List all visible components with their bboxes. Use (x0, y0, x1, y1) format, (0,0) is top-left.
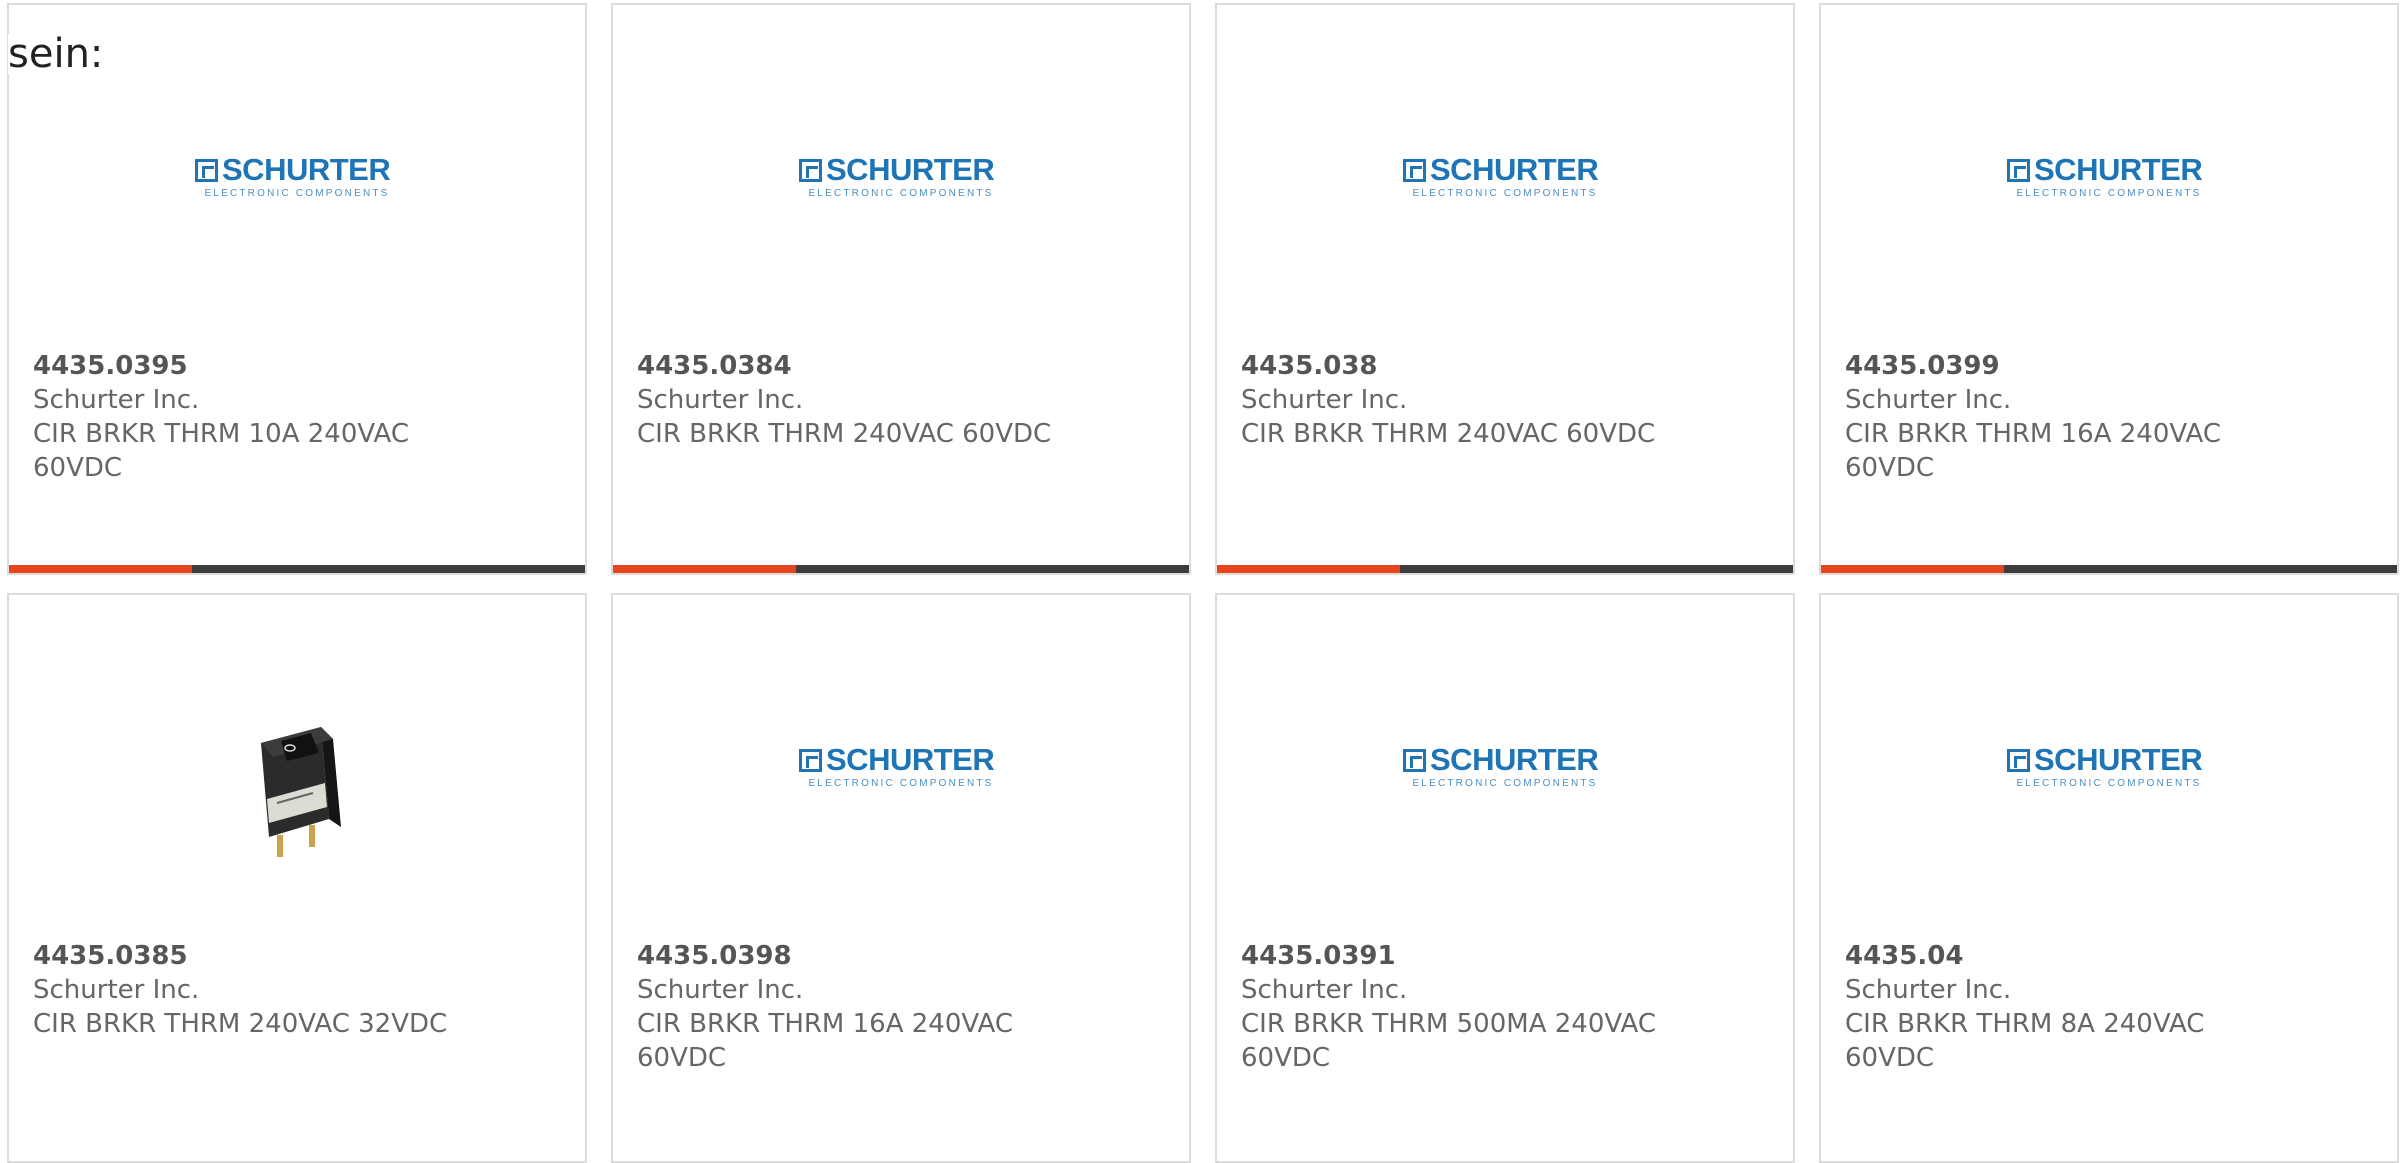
card-progress-accent (1217, 565, 1400, 573)
part-number-link[interactable]: 4435.038 (1241, 351, 1378, 381)
part-number-link[interactable]: 4435.0395 (33, 351, 188, 381)
product-description: CIR BRKR THRM 240VAC 32VDC (33, 1009, 448, 1039)
manufacturer: Schurter Inc. (1241, 975, 1408, 1005)
manufacturer: Schurter Inc. (637, 975, 804, 1005)
product-card[interactable]: SCHURTER ELECTRONIC COMPONENTS 4435.0384… (611, 3, 1191, 575)
part-number-link[interactable]: 4435.0398 (637, 941, 792, 971)
intro-text: sein: (8, 34, 108, 74)
product-card[interactable]: 4435.0385 Schurter Inc. CIR BRKR THRM 24… (7, 593, 587, 1163)
product-card[interactable]: SCHURTER ELECTRONIC COMPONENTS 4435.038 … (1215, 3, 1795, 575)
card-progress-accent (9, 565, 192, 573)
rocker-switch-photo (261, 727, 341, 857)
product-description: CIR BRKR THRM 16A 240VAC 60VDC (1845, 419, 2221, 483)
schurter-logo: SCHURTER ELECTRONIC COMPONENTS (195, 152, 399, 203)
manufacturer: Schurter Inc. (637, 385, 804, 415)
schurter-logo-mark-icon (1403, 749, 1426, 772)
part-number-link[interactable]: 4435.0391 (1241, 941, 1396, 971)
product-description: CIR BRKR THRM 240VAC 60VDC (637, 419, 1052, 449)
product-card[interactable]: SCHURTER ELECTRONIC COMPONENTS 4435.0391… (1215, 593, 1795, 1163)
card-progress-bar (1217, 565, 1793, 573)
manufacturer: Schurter Inc. (1845, 385, 2012, 415)
product-description: CIR BRKR THRM 10A 240VAC 60VDC (33, 419, 409, 483)
schurter-logo-mark-icon (1403, 159, 1426, 182)
product-card[interactable]: SCHURTER ELECTRONIC COMPONENTS 4435.0395… (7, 3, 587, 575)
part-number-link[interactable]: 4435.04 (1845, 941, 1963, 971)
product-card[interactable]: SCHURTER ELECTRONIC COMPONENTS 4435.0399… (1819, 3, 2399, 575)
schurter-logo: SCHURTER ELECTRONIC COMPONENTS (799, 152, 1003, 203)
schurter-logo-mark-icon (799, 159, 822, 182)
part-number-link[interactable]: 4435.0385 (33, 941, 188, 971)
schurter-logo-mark-icon (2007, 749, 2030, 772)
product-description: CIR BRKR THRM 16A 240VAC 60VDC (637, 1009, 1013, 1073)
schurter-logo-mark-icon (799, 749, 822, 772)
part-number-link[interactable]: 4435.0399 (1845, 351, 2000, 381)
part-number-link[interactable]: 4435.0384 (637, 351, 792, 381)
schurter-logo: SCHURTER ELECTRONIC COMPONENTS (2007, 742, 2211, 793)
product-description: CIR BRKR THRM 500MA 240VAC 60VDC (1241, 1009, 1656, 1073)
card-progress-bar (613, 565, 1189, 573)
card-progress-accent (613, 565, 796, 573)
card-progress-bar (9, 565, 585, 573)
schurter-logo: SCHURTER ELECTRONIC COMPONENTS (2007, 152, 2211, 203)
manufacturer: Schurter Inc. (33, 975, 200, 1005)
schurter-logo: SCHURTER ELECTRONIC COMPONENTS (1403, 152, 1607, 203)
product-description: CIR BRKR THRM 8A 240VAC 60VDC (1845, 1009, 2205, 1073)
schurter-logo: SCHURTER ELECTRONIC COMPONENTS (1403, 742, 1607, 793)
manufacturer: Schurter Inc. (1241, 385, 1408, 415)
card-progress-bar (1821, 565, 2397, 573)
schurter-logo-mark-icon (195, 159, 218, 182)
schurter-logo: SCHURTER ELECTRONIC COMPONENTS (799, 742, 1003, 793)
schurter-logo-mark-icon (2007, 159, 2030, 182)
product-card[interactable]: SCHURTER ELECTRONIC COMPONENTS 4435.04 S… (1819, 593, 2399, 1163)
manufacturer: Schurter Inc. (33, 385, 200, 415)
product-card[interactable]: SCHURTER ELECTRONIC COMPONENTS 4435.0398… (611, 593, 1191, 1163)
card-progress-accent (1821, 565, 2004, 573)
product-description: CIR BRKR THRM 240VAC 60VDC (1241, 419, 1656, 449)
manufacturer: Schurter Inc. (1845, 975, 2012, 1005)
